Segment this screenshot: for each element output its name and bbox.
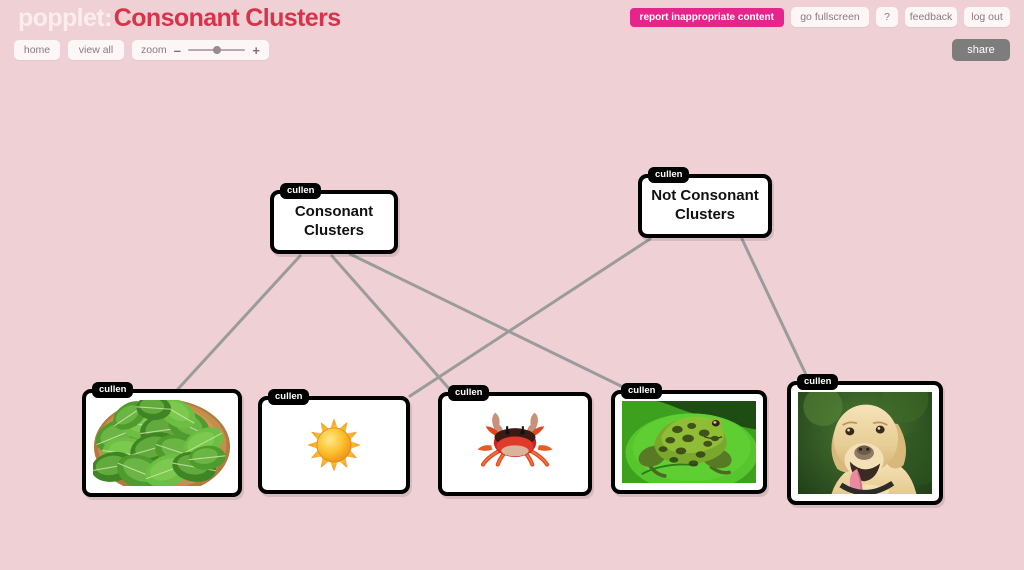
popplet-owner-tag: cullen <box>268 389 310 405</box>
popplet-not-consonant-clusters[interactable]: cullen Not Consonant Clusters <box>638 167 772 238</box>
popplet-crab[interactable]: cullen <box>438 385 592 496</box>
board-canvas[interactable]: cullen Consonant Clusters cullen Not Consona… <box>0 0 1024 570</box>
popplet-text: Not Consonant Clusters <box>651 187 759 223</box>
popplet-owner-tag: cullen <box>448 385 490 401</box>
connection-not-consonant-clusters-to-sun[interactable] <box>408 237 652 398</box>
popplet-sun[interactable]: cullen <box>258 389 410 494</box>
connection-not-consonant-clusters-to-dog[interactable] <box>740 237 811 383</box>
popplet-image-yellow-labrador-dog <box>798 392 932 494</box>
popplet-owner-tag: cullen <box>621 383 663 399</box>
popplet-frog[interactable]: cullen <box>611 383 767 494</box>
popplet-image-green-frog-on-lily-pad <box>622 401 756 483</box>
popplet-image-spinach-leaves-on-wooden-board <box>93 400 231 486</box>
popplet-owner-tag: cullen <box>797 374 839 390</box>
connection-consonant-clusters-to-crab[interactable] <box>330 254 454 394</box>
popplet-dog[interactable]: cullen <box>787 374 943 505</box>
popplet-owner-tag: cullen <box>92 382 134 398</box>
popplet-image-sun-clipart <box>269 407 399 483</box>
connection-consonant-clusters-to-spinach[interactable] <box>176 254 302 391</box>
popplet-board: popplet:Consonant Clusters home view all… <box>0 0 1024 570</box>
popplet-text: Consonant Clusters <box>294 203 374 239</box>
popplet-owner-tag: cullen <box>280 183 322 199</box>
popplet-image-red-crab <box>449 403 581 485</box>
popplet-owner-tag: cullen <box>648 167 690 183</box>
popplet-consonant-clusters[interactable]: cullen Consonant Clusters <box>270 183 398 254</box>
popplet-spinach[interactable]: cullen <box>82 382 242 497</box>
